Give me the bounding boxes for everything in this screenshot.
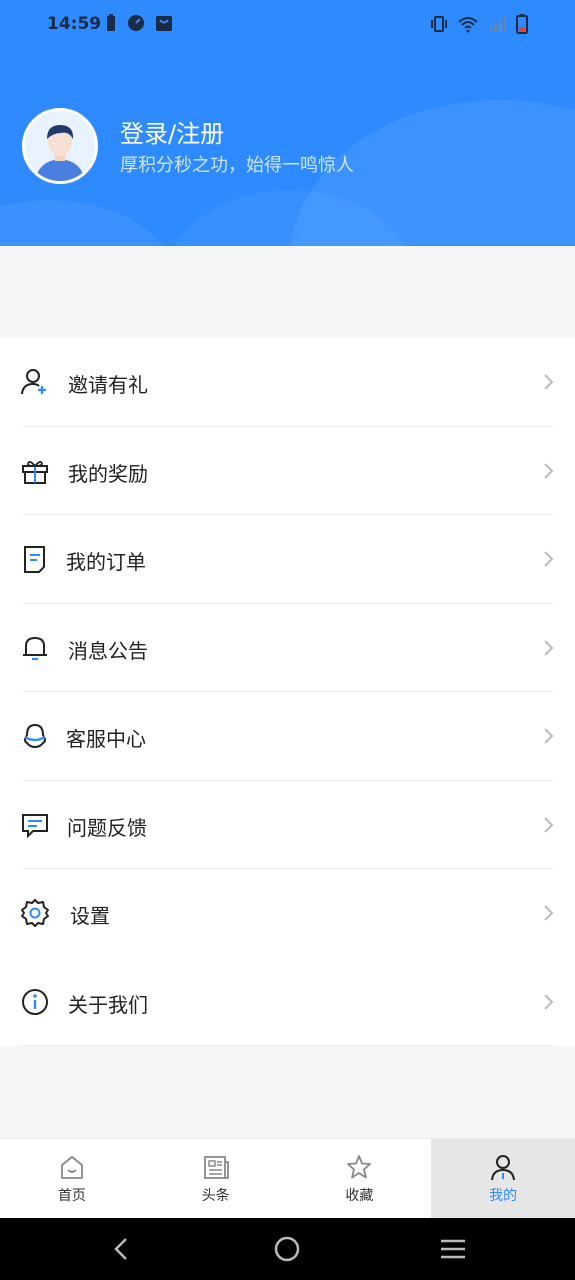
chevron-right-icon [544,993,554,1010]
menu-item-rewards[interactable]: 我的奖励 [0,427,575,515]
star-icon [347,1155,372,1179]
chat-icon [22,813,48,838]
chevron-right-icon [544,905,554,921]
menu-list: 邀请有礼 我的奖励 我的订单 消息公告 客服中心 问题反馈 设置 关于我们 [0,338,575,1046]
menu-item-support[interactable]: 客服中心 [0,692,575,781]
info-icon [22,988,48,1015]
status-time: 14:59 [47,14,102,34]
menu-item-settings[interactable]: 设置 [0,869,575,958]
chevron-right-icon [544,462,554,479]
back-icon[interactable] [108,1235,136,1263]
document-icon [24,546,45,573]
gear-icon [21,899,49,927]
status-bar: 14:59 [0,0,575,46]
tab-label: 我的 [489,1188,518,1204]
tab-favorites[interactable]: 收藏 [288,1139,432,1219]
menu-item-label: 问题反馈 [67,815,147,840]
battery-icon [516,14,528,34]
menu-item-orders[interactable]: 我的订单 [0,515,575,604]
battery-saver-icon [107,14,115,31]
divider [22,1045,553,1046]
menu-item-label: 关于我们 [68,992,148,1017]
bottom-tab-bar: 首页 头条 收藏 我的 [0,1138,575,1219]
menu-item-label: 邀请有礼 [68,373,148,397]
chevron-right-icon [544,374,554,390]
tab-mine[interactable]: 我的 [431,1139,575,1219]
user-icon [491,1155,516,1181]
menu-item-notices[interactable]: 消息公告 [0,604,575,692]
vibrate-icon [431,16,447,32]
news-icon [203,1156,229,1179]
menu-item-label: 我的订单 [66,550,146,574]
avatar[interactable] [22,108,98,184]
header-decoration [0,200,180,246]
signal-icon [489,16,506,32]
menu-item-about[interactable]: 关于我们 [0,958,575,1046]
menu-item-invite[interactable]: 邀请有礼 [0,338,575,427]
speedometer-icon [128,15,144,31]
profile-header: 14:59 登录/注册 厚积分秒之功，始得一鸣惊人 [0,0,575,246]
profile-slogan: 厚积分秒之功，始得一鸣惊人 [120,155,354,176]
chevron-right-icon [544,816,554,833]
menu-item-feedback[interactable]: 问题反馈 [0,781,575,869]
menu-item-label: 我的奖励 [68,461,148,486]
chevron-right-icon [544,639,554,656]
tab-home[interactable]: 首页 [0,1139,144,1219]
menu-item-label: 消息公告 [68,638,148,663]
add-user-icon [21,369,46,395]
shopping-bag-icon [156,16,172,31]
tab-label: 首页 [57,1188,86,1204]
home-icon [60,1156,83,1179]
recents-menu-icon[interactable] [439,1235,467,1263]
tab-news[interactable]: 头条 [144,1139,288,1219]
menu-item-label: 设置 [70,904,110,928]
login-register-link[interactable]: 登录/注册 [120,114,224,149]
home-circle-icon[interactable] [273,1235,301,1263]
gift-icon [22,460,48,484]
menu-item-label: 客服中心 [66,727,146,751]
chevron-right-icon [544,551,554,567]
bell-icon [23,636,47,660]
system-nav-bar [0,1218,575,1280]
support-icon [24,723,46,749]
tab-label: 收藏 [345,1188,374,1204]
wifi-icon [458,17,478,33]
chevron-right-icon [544,728,554,744]
tab-label: 头条 [201,1188,230,1204]
avatar-person-icon [25,111,95,181]
